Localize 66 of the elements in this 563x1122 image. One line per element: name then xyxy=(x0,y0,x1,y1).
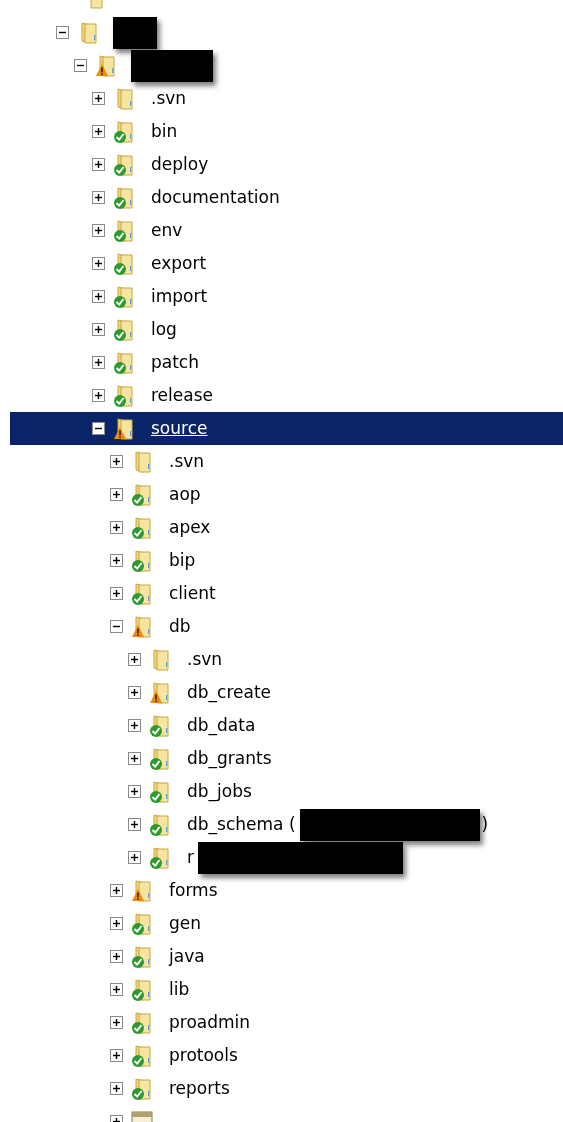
expand-toggle[interactable] xyxy=(128,653,141,666)
expand-toggle[interactable] xyxy=(110,1082,123,1095)
folder-name[interactable]: r xyxy=(185,844,196,871)
collapse-toggle[interactable] xyxy=(56,26,69,39)
expand-toggle[interactable] xyxy=(92,356,105,369)
folder-name[interactable]: bip xyxy=(167,547,198,574)
expand-toggle[interactable] xyxy=(92,224,105,237)
folder-name[interactable]: import xyxy=(149,283,210,310)
expand-toggle[interactable] xyxy=(110,554,123,567)
expand-toggle[interactable] xyxy=(110,488,123,501)
expand-toggle[interactable] xyxy=(92,191,105,204)
collapse-toggle[interactable] xyxy=(92,422,105,435)
folder-name[interactable]: deploy xyxy=(149,151,211,178)
folder-name-end: ) xyxy=(481,812,489,836)
selected-row-highlight[interactable]: source xyxy=(10,412,563,445)
expand-toggle[interactable] xyxy=(92,125,105,138)
folder-name[interactable]: .svn xyxy=(167,448,207,475)
expand-toggle[interactable] xyxy=(128,851,141,864)
folder-name[interactable]: .svn xyxy=(149,85,189,112)
expand-toggle[interactable] xyxy=(128,686,141,699)
folder-name[interactable]: apex xyxy=(167,514,213,541)
folder-name[interactable]: env xyxy=(149,217,185,244)
folder-name[interactable]: reports xyxy=(167,1075,232,1102)
folder-name[interactable]: release xyxy=(149,382,215,409)
folder-name[interactable]: bin xyxy=(149,118,180,145)
folder-name[interactable]: db xyxy=(167,613,193,640)
collapse-toggle[interactable] xyxy=(74,59,87,72)
expand-toggle[interactable] xyxy=(110,884,123,897)
folder-name[interactable]: lib xyxy=(167,976,192,1003)
expand-toggle[interactable] xyxy=(92,290,105,303)
folder-name[interactable]: forms xyxy=(167,877,220,904)
folder-name[interactable]: client xyxy=(167,580,218,607)
folder-name[interactable]: .svn xyxy=(185,646,225,673)
expand-toggle[interactable] xyxy=(128,719,141,732)
folder-name[interactable]: patch xyxy=(149,349,201,376)
expand-toggle[interactable] xyxy=(110,455,123,468)
folder-name[interactable]: protools xyxy=(167,1042,240,1069)
collapse-toggle[interactable] xyxy=(110,620,123,633)
expand-toggle[interactable] xyxy=(128,818,141,831)
folder-name[interactable]: db_create xyxy=(185,679,274,706)
expand-toggle[interactable] xyxy=(110,917,123,930)
folder-name[interactable]: java xyxy=(167,943,207,970)
folder-name[interactable]: export xyxy=(149,250,209,277)
folder-name[interactable]: source xyxy=(149,415,210,442)
expand-toggle[interactable] xyxy=(92,389,105,402)
folder-name[interactable]: db_data xyxy=(185,712,258,739)
expand-toggle[interactable] xyxy=(92,92,105,105)
expand-toggle[interactable] xyxy=(128,785,141,798)
folder-name[interactable]: documentation xyxy=(149,184,282,211)
expand-toggle[interactable] xyxy=(92,257,105,270)
folder-name[interactable]: proadmin xyxy=(167,1009,253,1036)
expand-toggle[interactable] xyxy=(110,1016,123,1029)
expand-toggle[interactable] xyxy=(110,983,123,996)
folder-name[interactable]: db_jobs xyxy=(185,778,254,805)
expand-toggle[interactable] xyxy=(110,1049,123,1062)
expand-toggle[interactable] xyxy=(128,752,141,765)
expand-toggle[interactable] xyxy=(110,587,123,600)
folder-name[interactable]: gen xyxy=(167,910,204,937)
expand-toggle[interactable] xyxy=(92,323,105,336)
folder-name[interactable]: aop xyxy=(167,481,203,508)
folder-name[interactable]: db_grants xyxy=(185,745,274,772)
folder-name[interactable]: log xyxy=(149,316,179,343)
expand-toggle[interactable] xyxy=(110,950,123,963)
expand-toggle[interactable] xyxy=(92,158,105,171)
expand-toggle[interactable] xyxy=(110,521,123,534)
folder-name[interactable]: db_schema ( xyxy=(185,811,298,838)
